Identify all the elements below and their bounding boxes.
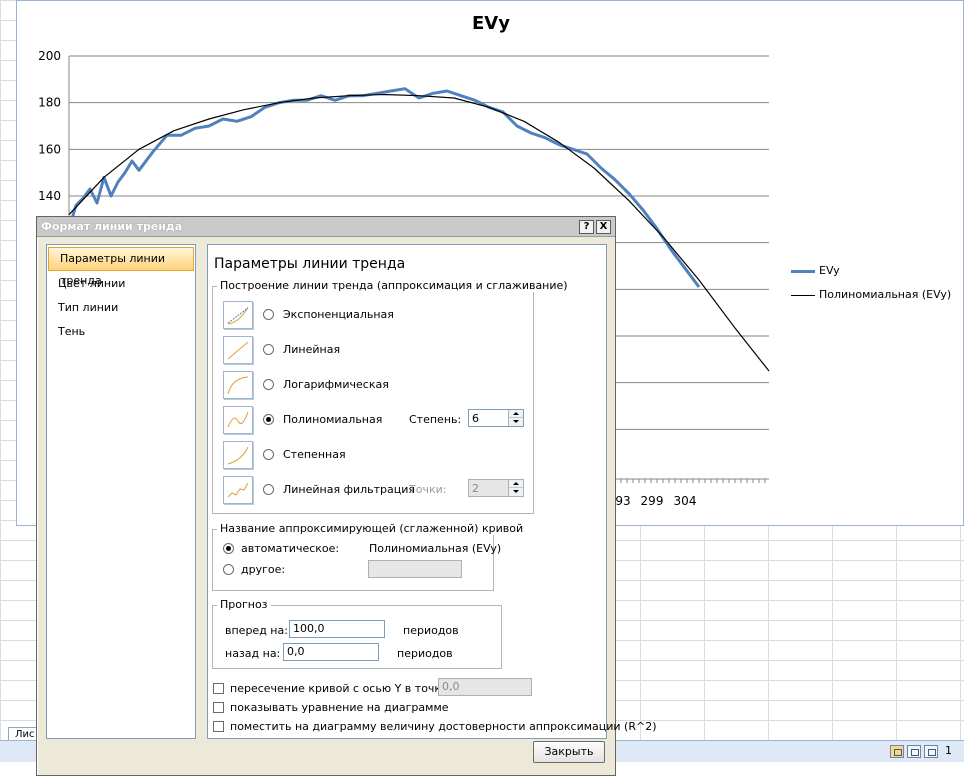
legend-swatch-evy bbox=[791, 270, 815, 273]
label-power: Степенная bbox=[283, 448, 346, 461]
power-trend-icon bbox=[223, 441, 253, 469]
degree-label: Степень: bbox=[409, 413, 462, 426]
nav-item-shadow[interactable]: Тень bbox=[47, 321, 195, 345]
legend-label-poly: Полиномиальная (EVy) bbox=[819, 288, 952, 301]
radio-moving-average[interactable] bbox=[263, 484, 274, 495]
spin-down-icon[interactable] bbox=[509, 418, 523, 426]
polynomial-trend-icon bbox=[223, 406, 253, 434]
normal-view-icon[interactable] bbox=[890, 745, 904, 758]
degree-stepper[interactable]: 6 bbox=[468, 409, 524, 427]
forecast-group: Прогноз вперед на: 100,0 периодов назад … bbox=[212, 598, 502, 669]
degree-value: 6 bbox=[472, 412, 479, 425]
legend-item-poly: Полиномиальная (EVy) bbox=[791, 287, 951, 311]
custom-name-field[interactable] bbox=[368, 560, 462, 578]
help-button[interactable]: ? bbox=[579, 220, 594, 234]
dialog-titlebar[interactable]: Формат линии тренда ? X bbox=[37, 217, 615, 237]
zoom-level[interactable]: 1 bbox=[945, 744, 952, 757]
view-buttons bbox=[890, 745, 941, 759]
x-tick-label: 304 bbox=[674, 494, 697, 508]
curve-name-group: Название аппроксимирующей (сглаженной) к… bbox=[212, 522, 527, 591]
close-icon[interactable]: X bbox=[596, 220, 611, 234]
radio-exponential[interactable] bbox=[263, 309, 274, 320]
points-stepper[interactable]: 2 bbox=[468, 479, 524, 497]
panel-title: Параметры линии тренда bbox=[214, 256, 406, 272]
radio-linear[interactable] bbox=[263, 344, 274, 355]
y-tick-label: 180 bbox=[38, 96, 61, 110]
chart-title: EVy bbox=[472, 13, 510, 34]
trend-type-group-title: Построение линии тренда (аппроксимация и… bbox=[217, 279, 571, 292]
dialog-title: Формат линии тренда bbox=[41, 220, 183, 233]
linear-trend-icon bbox=[223, 336, 253, 364]
forward-periods-unit: периодов bbox=[403, 624, 459, 637]
forecast-group-title: Прогноз bbox=[217, 598, 271, 611]
y-tick-label: 200 bbox=[38, 49, 61, 63]
x-tick-label: 299 bbox=[641, 494, 664, 508]
points-value: 2 bbox=[472, 482, 479, 495]
backward-periods-unit: периодов bbox=[397, 647, 453, 660]
label-exponential: Экспоненциальная bbox=[283, 308, 394, 321]
label-logarithmic: Логарифмическая bbox=[283, 378, 389, 391]
spin-down-icon[interactable] bbox=[509, 488, 523, 496]
nav-item-trendline-options[interactable]: Параметры линии тренда bbox=[48, 247, 194, 287]
label-name-auto: автоматическое: bbox=[241, 542, 340, 555]
legend-label-evy: EVy bbox=[819, 264, 840, 277]
trend-type-group: Построение линии тренда (аппроксимация и… bbox=[212, 279, 571, 514]
intercept-label: пересечение кривой с осью Y в точке: bbox=[230, 682, 452, 695]
show-r2-checkbox[interactable] bbox=[213, 721, 224, 732]
page-layout-view-icon[interactable] bbox=[907, 745, 921, 758]
radio-name-other[interactable] bbox=[223, 564, 234, 575]
spin-up-icon[interactable] bbox=[509, 410, 523, 418]
chart-legend: EVy Полиномиальная (EVy) bbox=[791, 263, 951, 311]
points-stepper-buttons bbox=[508, 480, 523, 496]
radio-logarithmic[interactable] bbox=[263, 379, 274, 390]
label-moving-average: Линейная фильтрация bbox=[283, 483, 416, 496]
show-equation-label: показывать уравнение на диаграмме bbox=[230, 701, 449, 714]
page-break-view-icon[interactable] bbox=[924, 745, 938, 758]
legend-item-evy: EVy bbox=[791, 263, 951, 287]
y-tick-label: 160 bbox=[38, 142, 61, 156]
forward-label: вперед на: bbox=[225, 624, 288, 637]
auto-name-value: Полиномиальная (EVy) bbox=[369, 542, 502, 555]
exponential-trend-icon bbox=[223, 301, 253, 329]
legend-swatch-poly bbox=[791, 295, 815, 296]
label-name-other: другое: bbox=[241, 563, 286, 576]
y-tick-label: 140 bbox=[38, 189, 61, 203]
curve-name-group-title: Название аппроксимирующей (сглаженной) к… bbox=[217, 522, 527, 535]
backward-periods-field[interactable]: 0,0 bbox=[283, 643, 379, 661]
intercept-checkbox[interactable] bbox=[213, 683, 224, 694]
forward-periods-field[interactable]: 100,0 bbox=[289, 620, 385, 638]
spin-up-icon[interactable] bbox=[509, 480, 523, 488]
backward-label: назад на: bbox=[225, 647, 281, 660]
options-panel: Параметры линии тренда Построение линии … bbox=[207, 244, 657, 739]
dialog-nav: Параметры линии тренда Цвет линии Тип ли… bbox=[46, 244, 196, 739]
radio-name-auto[interactable] bbox=[223, 543, 234, 554]
intercept-value-field[interactable]: 0,0 bbox=[438, 678, 532, 696]
logarithmic-trend-icon bbox=[223, 371, 253, 399]
show-equation-checkbox[interactable] bbox=[213, 702, 224, 713]
nav-item-line-color[interactable]: Цвет линии bbox=[47, 273, 195, 297]
points-label: Точки: bbox=[409, 483, 447, 496]
label-polynomial: Полиномиальная bbox=[283, 413, 383, 426]
format-trendline-dialog: Формат линии тренда ? X Параметры линии … bbox=[36, 216, 657, 776]
radio-power[interactable] bbox=[263, 449, 274, 460]
label-linear: Линейная bbox=[283, 343, 341, 356]
close-button[interactable]: Закрыть bbox=[533, 741, 605, 763]
nav-item-line-style[interactable]: Тип линии bbox=[47, 297, 195, 321]
x-tick-label: 93 bbox=[615, 494, 630, 508]
degree-stepper-buttons bbox=[508, 410, 523, 426]
radio-polynomial[interactable] bbox=[263, 414, 274, 425]
moving-average-trend-icon bbox=[223, 476, 253, 504]
show-r2-label: поместить на диаграмму величину достовер… bbox=[230, 720, 657, 733]
